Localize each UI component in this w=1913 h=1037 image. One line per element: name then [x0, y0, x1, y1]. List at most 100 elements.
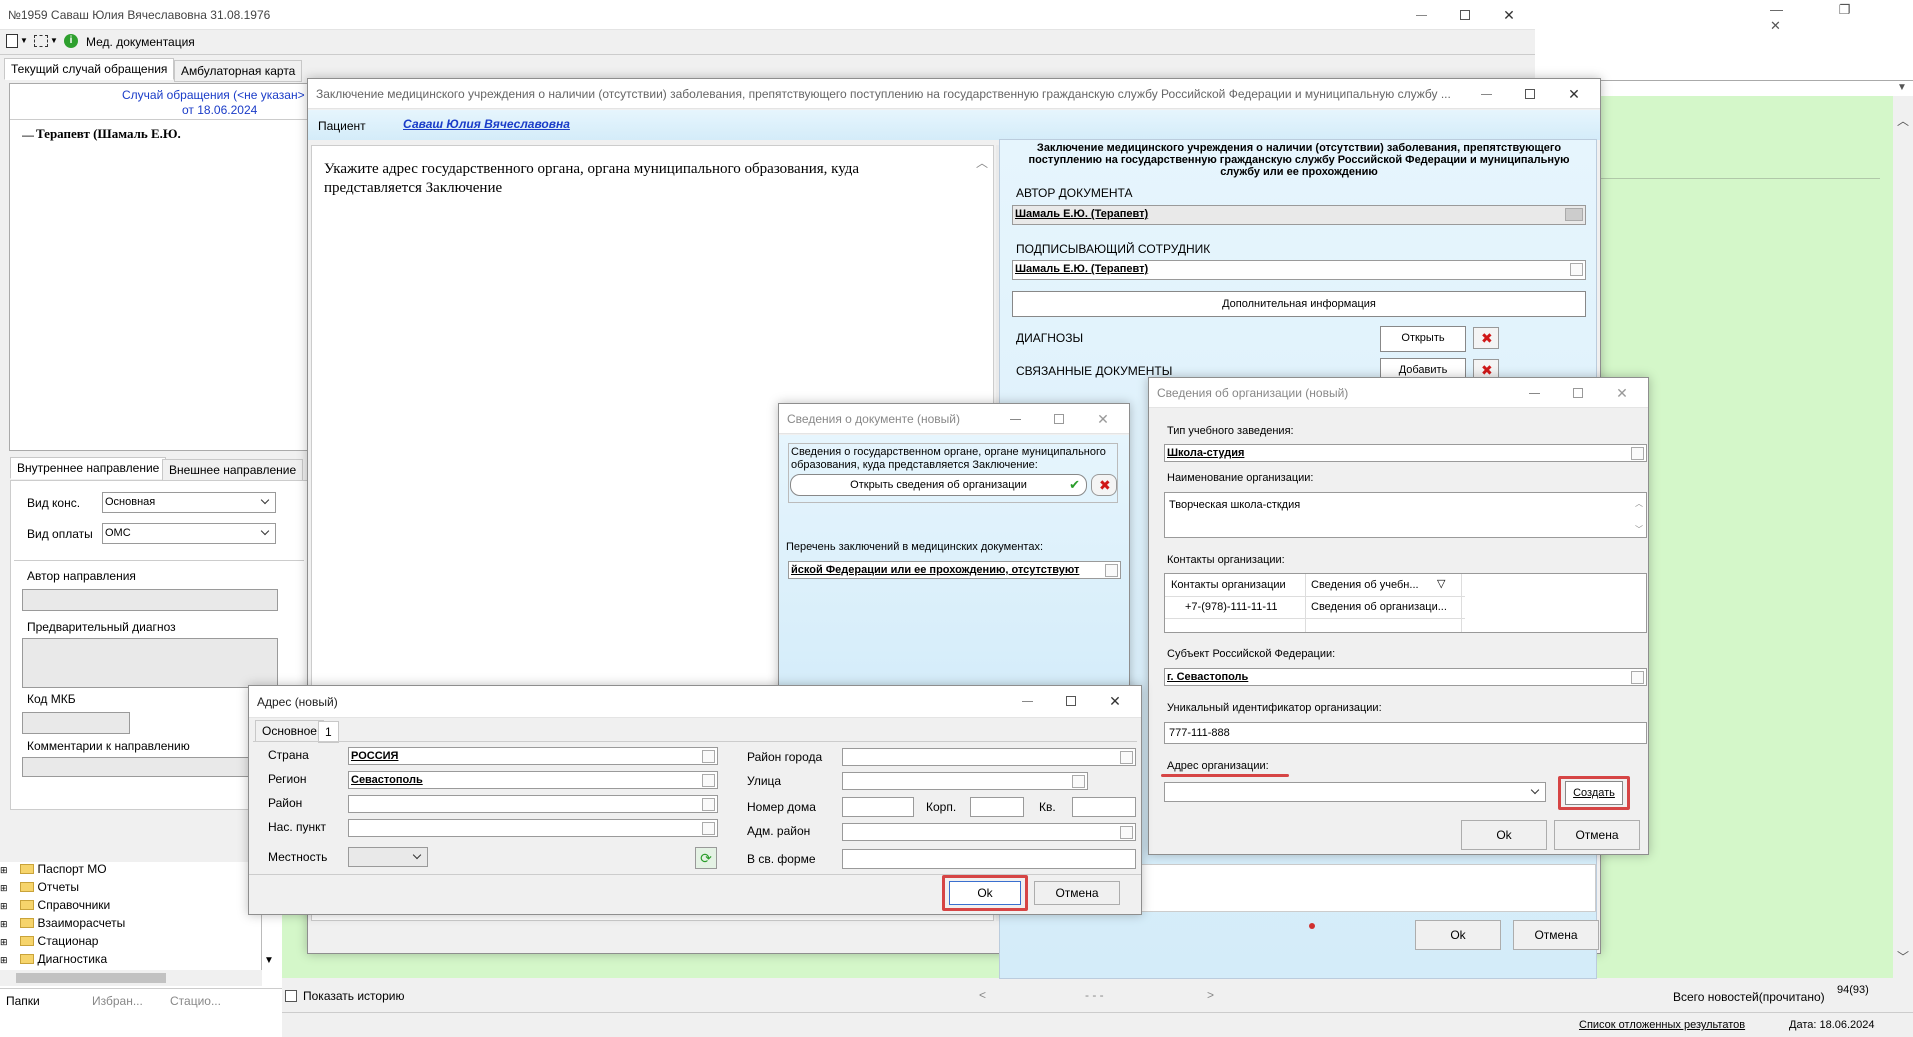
minimize-button[interactable] [1399, 2, 1443, 28]
korp-field[interactable] [970, 797, 1024, 817]
ellipsis-icon[interactable] [1565, 208, 1583, 221]
tab-folders[interactable]: Папки [6, 994, 40, 1008]
kv-field[interactable] [1072, 797, 1136, 817]
chevron-down-icon[interactable]: ▽ [1437, 577, 1445, 590]
signer-field[interactable]: Шамаль Е.Ю. (Терапевт) [1012, 260, 1586, 280]
mkb-field[interactable] [22, 712, 130, 734]
uid-field[interactable]: 777-111-888 [1164, 722, 1647, 744]
city-district-field[interactable] [842, 748, 1136, 766]
tree-item-settlements[interactable]: ⊞ Взаиморасчеты [0, 916, 125, 930]
tab-1[interactable]: 1 [318, 721, 339, 743]
minimize-button[interactable] [1005, 688, 1049, 714]
ellipsis-icon[interactable] [1570, 263, 1583, 276]
maximize-button[interactable] [1049, 688, 1093, 714]
settlement-field[interactable] [348, 819, 718, 837]
pager-next-icon[interactable]: > [1207, 988, 1214, 1002]
maximize-button[interactable] [1037, 406, 1081, 432]
list-field[interactable]: йской Федерации или ее прохождению, отсу… [788, 561, 1121, 579]
tab-internal-direction[interactable]: Внутреннее направление [10, 457, 167, 479]
close-button[interactable]: ✕ [1081, 406, 1125, 432]
tree-item-hospital[interactable]: ⊞ Стационар [0, 934, 98, 948]
deferred-results-link[interactable]: Список отложенных результатов [1579, 1019, 1745, 1031]
house-field[interactable] [842, 797, 914, 817]
subject-field[interactable]: г. Севастополь [1164, 668, 1647, 686]
tree-item-directories[interactable]: ⊞ Справочники [0, 898, 110, 912]
scroll-down-icon[interactable]: ﹀ [1635, 521, 1643, 537]
delete-diagnoses-icon[interactable] [1473, 327, 1499, 349]
close-button[interactable]: ✕ [1552, 81, 1596, 107]
ellipsis-icon[interactable] [1120, 826, 1133, 839]
ellipsis-icon[interactable] [702, 798, 715, 811]
med-docs-menu[interactable]: Мед. документация [86, 35, 195, 49]
tab-external-direction[interactable]: Внешнее направление [162, 459, 304, 481]
tree-doctor-node[interactable]: Терапевт (Шамаль Е.Ю. [36, 126, 181, 142]
grid-icon[interactable] [34, 35, 48, 47]
delete-org-icon[interactable] [1091, 474, 1117, 496]
extra-info-button[interactable]: Дополнительная информация [1012, 291, 1586, 317]
locality-select[interactable] [348, 847, 428, 867]
tab-outpatient-card[interactable]: Амбулаторная карта [174, 60, 303, 82]
show-history-checkbox[interactable] [285, 990, 297, 1002]
tab-hospital[interactable]: Стацио... [170, 994, 221, 1008]
close-button[interactable]: ✕ [1487, 2, 1531, 28]
ellipsis-icon[interactable] [1631, 671, 1644, 684]
right-scrollbar[interactable] [1893, 96, 1913, 978]
comments-field[interactable] [22, 757, 278, 777]
author-field[interactable]: Шамаль Е.Ю. (Терапевт) [1012, 205, 1586, 225]
patient-name-link[interactable]: Саваш Юлия Вячеславовна [403, 117, 570, 131]
address-cancel-button[interactable]: Отмена [1034, 881, 1120, 905]
open-org-button[interactable]: Открыть сведения об организации ✔ [790, 474, 1087, 496]
vid-kons-select[interactable]: Основная [102, 492, 276, 513]
dropdown-icon[interactable]: ▼ [20, 36, 28, 45]
ellipsis-icon[interactable] [702, 774, 715, 787]
contacts-row-info[interactable]: Сведения об организаци... [1311, 601, 1447, 613]
prelim-diag-field[interactable] [22, 638, 278, 688]
maximize-button[interactable] [1443, 2, 1487, 28]
tree-item-reports[interactable]: ⊞ Отчеты [0, 880, 79, 894]
ellipsis-icon[interactable] [1072, 775, 1085, 788]
conclusion-ok-button[interactable]: Ok [1415, 920, 1501, 950]
close-button[interactable]: ✕ [1600, 380, 1644, 406]
district-field[interactable] [348, 795, 718, 813]
minimize-button[interactable] [993, 406, 1037, 432]
street-field[interactable] [842, 772, 1088, 790]
org-name-field[interactable]: Творческая школа-сткдия ︿ ﹀ [1164, 492, 1647, 538]
collapse-arrow-icon[interactable]: ▼ [1897, 82, 1907, 93]
close-button[interactable]: ✕ [1093, 688, 1137, 714]
document-icon[interactable] [6, 34, 18, 48]
refresh-icon[interactable]: ⟳ [695, 847, 717, 869]
author-direction-field[interactable] [22, 589, 278, 611]
adm-district-field[interactable] [842, 823, 1136, 841]
vid-oplaty-select[interactable]: ОМС [102, 523, 276, 544]
ellipsis-icon[interactable] [702, 822, 715, 835]
tree-item-diagnostics[interactable]: ⊞ Диагностика [0, 952, 107, 966]
address-ok-button[interactable]: Ok [949, 881, 1021, 905]
scroll-up-icon[interactable]: ︿ [1897, 112, 1909, 129]
country-field[interactable]: РОССИЯ [348, 747, 718, 765]
info-icon[interactable]: i [64, 34, 78, 48]
ellipsis-icon[interactable] [1120, 751, 1133, 764]
dropdown-icon-2[interactable]: ▼ [50, 36, 58, 45]
tab-main[interactable]: Основное [255, 720, 324, 742]
scroll-down-icon[interactable]: ﹀ [1897, 948, 1909, 965]
free-form-field[interactable] [842, 849, 1136, 869]
scroll-up-icon[interactable]: ︿ [976, 154, 988, 171]
contacts-row-phone[interactable]: +7-(978)-111-11-11 [1185, 601, 1277, 613]
org-ok-button[interactable]: Ok [1461, 820, 1547, 850]
conclusion-cancel-button[interactable]: Отмена [1513, 920, 1599, 950]
tab-favorites[interactable]: Избран... [92, 994, 143, 1008]
tab-current-case[interactable]: Текущий случай обращения [4, 58, 175, 80]
org-cancel-button[interactable]: Отмена [1554, 820, 1640, 850]
tree-item-passport[interactable]: ⊞ Паспорт МО [0, 862, 107, 876]
case-header-line1[interactable]: Случай обращения (<не указан> [122, 88, 305, 102]
ellipsis-icon[interactable] [1105, 564, 1118, 577]
scroll-up-icon[interactable]: ︿ [1635, 495, 1643, 512]
minimize-button[interactable] [1512, 380, 1556, 406]
tree-vscroll-down[interactable]: ▼ [264, 955, 274, 966]
open-diagnoses-button[interactable]: Открыть [1380, 326, 1466, 352]
ellipsis-icon[interactable] [702, 750, 715, 763]
minimize-button[interactable] [1464, 81, 1508, 107]
address-select[interactable] [1164, 782, 1546, 802]
maximize-button[interactable] [1508, 81, 1552, 107]
pager-prev-icon[interactable]: < [979, 988, 986, 1002]
